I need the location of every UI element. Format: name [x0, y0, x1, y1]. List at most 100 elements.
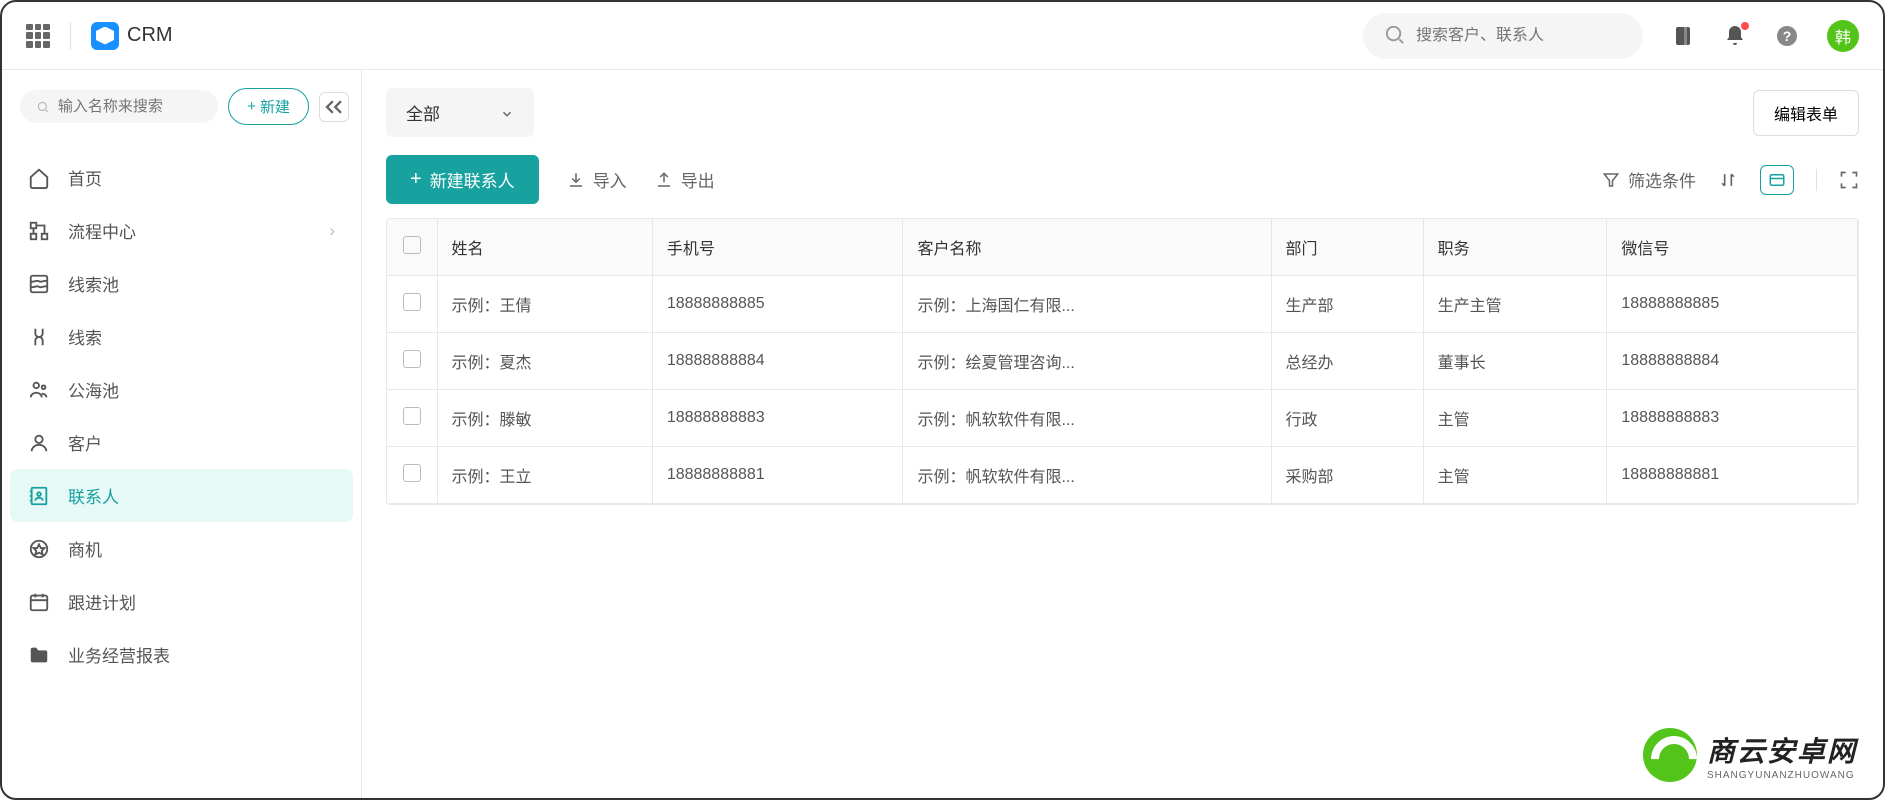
cell-dept: 生产部 — [1271, 276, 1423, 333]
sidebar-item-6[interactable]: 联系人 — [10, 469, 353, 522]
sidebar-item-5[interactable]: 客户 — [10, 416, 353, 469]
table-row[interactable]: 示例：夏杰 18888888884 示例：绘夏管理咨询... 总经办 董事长 1… — [387, 333, 1858, 390]
link-icon — [28, 326, 50, 348]
row-checkbox[interactable] — [403, 350, 421, 368]
cell-dept: 采购部 — [1271, 447, 1423, 504]
col-header-2[interactable]: 客户名称 — [903, 219, 1271, 276]
sidebar-search-input[interactable] — [58, 98, 202, 115]
table-row[interactable]: 示例：王倩 18888888885 示例：上海国仁有限... 生产部 生产主管 … — [387, 276, 1858, 333]
cell-phone: 18888888881 — [652, 447, 903, 504]
toolbar-right: 筛选条件 — [1602, 165, 1859, 195]
table-row[interactable]: 示例：王立 18888888881 示例：帆软软件有限... 采购部 主管 18… — [387, 447, 1858, 504]
import-button[interactable]: 导入 — [567, 167, 627, 192]
cell-name: 示例：滕敏 — [437, 390, 652, 447]
help-icon[interactable]: ? — [1775, 24, 1799, 48]
sidebar-item-1[interactable]: 流程中心› — [10, 204, 353, 257]
sidebar-item-7[interactable]: 商机 — [10, 522, 353, 575]
sidebar: + 新建 首页流程中心› 线索池线索公海池客户联系人商机跟进计划业务经营报表 — [2, 70, 362, 798]
cell-wechat: 18888888883 — [1607, 390, 1858, 447]
sidebar-item-label: 跟进计划 — [68, 589, 136, 614]
notification-icon[interactable] — [1723, 24, 1747, 48]
logo-icon — [91, 22, 119, 50]
sidebar-item-2[interactable]: 线索池 — [10, 257, 353, 310]
select-all-cell — [387, 219, 437, 276]
row-check-cell — [387, 276, 437, 333]
sidebar-search[interactable] — [20, 90, 218, 123]
collapse-sidebar-button[interactable] — [319, 92, 349, 122]
row-checkbox[interactable] — [403, 464, 421, 482]
sidebar-item-3[interactable]: 线索 — [10, 310, 353, 363]
sidebar-item-label: 公海池 — [68, 377, 119, 402]
cell-wechat: 18888888884 — [1607, 333, 1858, 390]
chevron-down-icon — [500, 106, 514, 120]
sidebar-item-0[interactable]: 首页 — [10, 151, 353, 204]
calendar-icon — [28, 591, 50, 613]
new-button[interactable]: + 新建 — [228, 88, 309, 125]
new-button-label: 新建 — [260, 96, 290, 117]
cell-phone: 18888888883 — [652, 390, 903, 447]
filter-icon — [1602, 171, 1620, 189]
cell-customer: 示例：上海国仁有限... — [903, 276, 1271, 333]
sidebar-item-9[interactable]: 业务经营报表 — [10, 628, 353, 681]
svg-text:?: ? — [1783, 28, 1792, 44]
notification-dot — [1741, 22, 1749, 30]
opportunity-icon — [28, 538, 50, 560]
export-button[interactable]: 导出 — [655, 167, 715, 192]
sidebar-item-label: 首页 — [68, 165, 102, 190]
global-search[interactable] — [1363, 13, 1643, 59]
sidebar-item-8[interactable]: 跟进计划 — [10, 575, 353, 628]
fullscreen-icon[interactable] — [1839, 170, 1859, 190]
watermark-sub: SHANGYUNANZHUOWANG — [1707, 770, 1857, 781]
import-label: 导入 — [593, 167, 627, 192]
folder-icon — [28, 644, 50, 666]
user-avatar[interactable]: 韩 — [1827, 20, 1859, 52]
col-header-5[interactable]: 微信号 — [1607, 219, 1858, 276]
export-label: 导出 — [681, 167, 715, 192]
body-wrap: + 新建 首页流程中心› 线索池线索公海池客户联系人商机跟进计划业务经营报表 全部… — [2, 70, 1883, 798]
top-header: CRM ? 韩 — [2, 2, 1883, 70]
public-icon — [28, 379, 50, 401]
filter-select[interactable]: 全部 — [386, 88, 534, 137]
row-check-cell — [387, 447, 437, 504]
view-toggle-button[interactable] — [1760, 165, 1794, 195]
global-search-input[interactable] — [1416, 27, 1623, 45]
nav-list: 首页流程中心› 线索池线索公海池客户联系人商机跟进计划业务经营报表 — [2, 143, 361, 798]
filter-label: 筛选条件 — [1628, 167, 1696, 192]
sort-icon[interactable] — [1718, 170, 1738, 190]
main-content: 全部 编辑表单 + 新建联系人 导入 导出 筛选条件 — [362, 70, 1883, 798]
sidebar-item-label: 业务经营报表 — [68, 642, 170, 667]
book-icon[interactable] — [1671, 24, 1695, 48]
cell-position: 董事长 — [1423, 333, 1607, 390]
cell-position: 主管 — [1423, 390, 1607, 447]
divider — [70, 22, 71, 50]
sidebar-item-label: 线索池 — [68, 271, 119, 296]
toolbar-row: + 新建联系人 导入 导出 筛选条件 — [386, 155, 1859, 204]
cell-dept: 总经办 — [1271, 333, 1423, 390]
col-header-1[interactable]: 手机号 — [652, 219, 903, 276]
cell-position: 主管 — [1423, 447, 1607, 504]
cell-name: 示例：王倩 — [437, 276, 652, 333]
sidebar-item-label: 联系人 — [68, 483, 119, 508]
app-logo-group[interactable]: CRM — [91, 22, 173, 50]
col-header-3[interactable]: 部门 — [1271, 219, 1423, 276]
new-contact-button[interactable]: + 新建联系人 — [386, 155, 539, 204]
filter-conditions-button[interactable]: 筛选条件 — [1602, 167, 1696, 192]
sidebar-item-4[interactable]: 公海池 — [10, 363, 353, 416]
select-all-checkbox[interactable] — [403, 236, 421, 254]
cell-phone: 18888888884 — [652, 333, 903, 390]
row-checkbox[interactable] — [403, 407, 421, 425]
import-icon — [567, 171, 585, 189]
edit-form-button[interactable]: 编辑表单 — [1753, 90, 1859, 136]
flowchart-icon — [28, 220, 50, 242]
cell-customer: 示例：帆软软件有限... — [903, 390, 1271, 447]
apps-menu-icon[interactable] — [26, 24, 50, 48]
header-icons: ? 韩 — [1671, 20, 1859, 52]
col-header-0[interactable]: 姓名 — [437, 219, 652, 276]
cell-name: 示例：夏杰 — [437, 333, 652, 390]
sidebar-item-label: 流程中心 — [68, 218, 136, 243]
row-checkbox[interactable] — [403, 293, 421, 311]
export-icon — [655, 171, 673, 189]
col-header-4[interactable]: 职务 — [1423, 219, 1607, 276]
plus-icon: + — [410, 168, 422, 191]
table-row[interactable]: 示例：滕敏 18888888883 示例：帆软软件有限... 行政 主管 188… — [387, 390, 1858, 447]
